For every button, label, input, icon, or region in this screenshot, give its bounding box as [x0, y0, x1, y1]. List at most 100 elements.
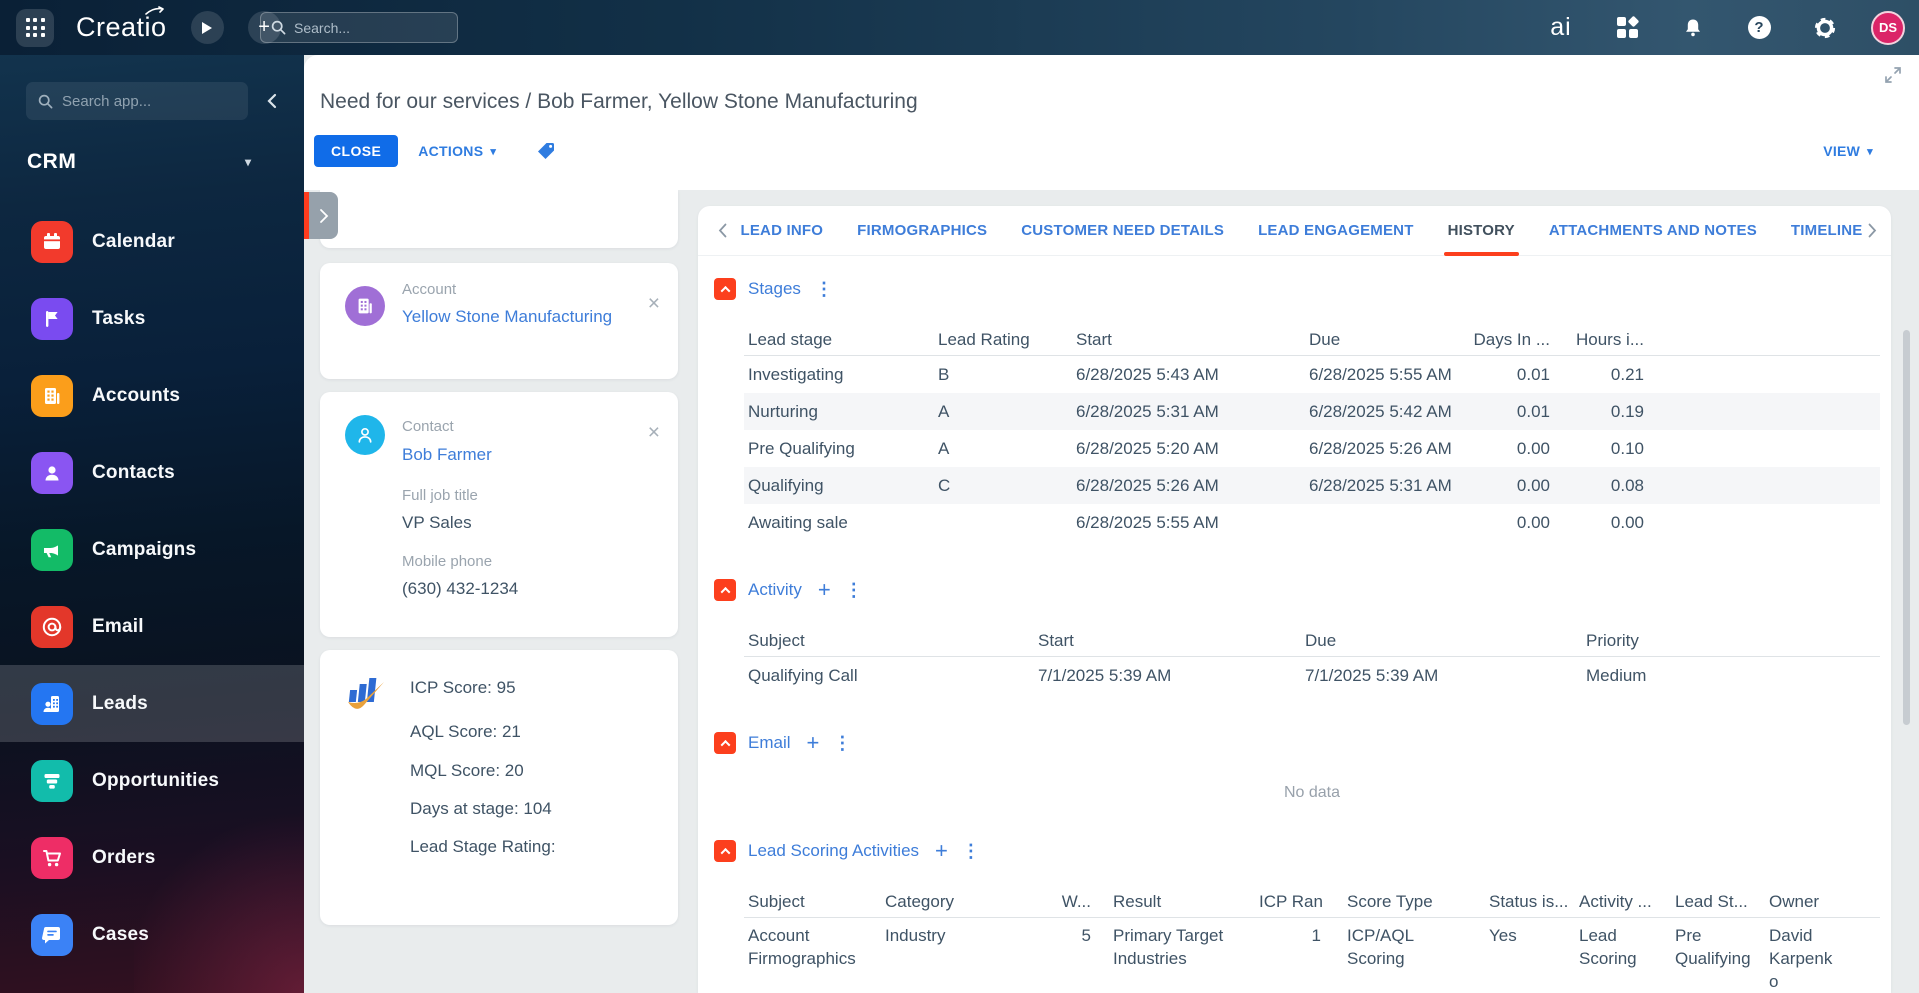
expand-page-button[interactable] [1883, 65, 1905, 87]
view-button[interactable]: VIEW ▾ [1823, 135, 1873, 167]
tab-customer-need-details[interactable]: CUSTOMER NEED DETAILS [1021, 206, 1224, 256]
record-header: Need for our services / Bob Farmer, Yell… [304, 55, 1919, 190]
column-header[interactable]: Activity ... [1575, 892, 1671, 912]
column-header[interactable]: Due [1305, 330, 1465, 350]
record-toolbar: CLOSE ACTIONS ▾ [314, 135, 560, 167]
tags-button[interactable] [532, 137, 560, 165]
stages-section-title[interactable]: Stages [748, 279, 801, 299]
column-header[interactable]: Lead stage [744, 330, 934, 350]
global-search-input[interactable] [294, 19, 444, 36]
table-row[interactable]: Awaiting sale 6/28/2025 5:55 AM 0.00 0.00 [744, 504, 1880, 541]
column-header[interactable]: ICP Ran... [1255, 892, 1323, 912]
sidebar-item-opportunities[interactable]: Opportunities [0, 742, 304, 819]
collapse-section-button[interactable] [714, 732, 736, 754]
tab-timeline[interactable]: TIMELINE [1791, 206, 1863, 256]
help-button[interactable]: ? [1739, 8, 1779, 48]
kebab-menu-icon[interactable]: ⋮ [833, 734, 851, 752]
kebab-menu-icon[interactable]: ⋮ [962, 842, 980, 860]
column-header[interactable]: Subject [744, 892, 881, 912]
owner-link[interactable]: David Karpenko [1765, 922, 1855, 993]
workspace-selector[interactable]: CRM ▾ [27, 150, 277, 174]
column-header[interactable]: Result [1093, 892, 1255, 912]
column-header[interactable]: Due [1301, 631, 1582, 651]
collapse-section-button[interactable] [714, 579, 736, 601]
kebab-menu-icon[interactable]: ⋮ [815, 280, 833, 298]
collapse-section-button[interactable] [714, 840, 736, 862]
sidebar-item-orders[interactable]: Orders [0, 819, 304, 896]
collapse-section-button[interactable] [714, 278, 736, 300]
creatio-app: Creatio + ai ? [0, 0, 1919, 993]
sidebar-collapse-button[interactable] [260, 89, 284, 113]
table-row[interactable]: Nurturing A 6/28/2025 5:31 AM 6/28/2025 5:4… [744, 393, 1880, 430]
column-header[interactable]: Hours i... [1552, 330, 1646, 350]
sidebar-item-accounts[interactable]: Accounts [0, 357, 304, 434]
notifications-button[interactable] [1673, 8, 1713, 48]
settings-button[interactable] [1805, 8, 1845, 48]
table-row[interactable]: Investigating B 6/28/2025 5:43 AM 6/28/2025… [744, 356, 1880, 393]
job-title-value: VP Sales [402, 513, 472, 532]
chevron-down-icon: ▾ [1867, 145, 1873, 158]
sidebar-item-email[interactable]: Email [0, 588, 304, 665]
add-record-button[interactable]: + [935, 840, 948, 862]
kebab-menu-icon[interactable]: ⋮ [845, 581, 863, 599]
chevron-up-icon [720, 586, 730, 597]
tabs-scroll-right-button[interactable] [1863, 206, 1883, 256]
tab-history[interactable]: HISTORY [1443, 206, 1520, 256]
account-label: Account [402, 281, 457, 298]
activity-subject-link[interactable]: Qualifying Call [744, 666, 1034, 686]
app-search [26, 82, 248, 120]
close-icon[interactable]: × [648, 422, 660, 443]
sidebar-item-contacts[interactable]: Contacts [0, 434, 304, 511]
column-header[interactable]: Subject [744, 631, 1034, 651]
sidebar-item-campaigns[interactable]: Campaigns [0, 511, 304, 588]
sidebar-item-cases[interactable]: Cases [0, 896, 304, 973]
tab-attachments-and-notes[interactable]: ATTACHMENTS AND NOTES [1549, 206, 1757, 256]
column-header[interactable]: Priority [1582, 631, 1782, 651]
column-header[interactable]: Category [881, 892, 1044, 912]
add-record-button[interactable]: + [818, 579, 831, 601]
column-header[interactable]: Lead St... [1671, 892, 1765, 912]
account-link[interactable]: Yellow Stone Manufacturing [402, 307, 612, 327]
megaphone-icon [31, 528, 73, 571]
column-header[interactable]: Start [1034, 631, 1301, 651]
column-header[interactable]: Owner [1765, 892, 1855, 912]
table-row[interactable]: Qualifying C 6/28/2025 5:26 AM 6/28/2025 5:… [744, 467, 1880, 504]
sidebar-item-leads[interactable]: Leads [0, 665, 304, 742]
column-header[interactable]: Status is... [1463, 892, 1575, 912]
tab-lead-info[interactable]: LEAD INFO [740, 206, 823, 256]
tabs-scroll-left-button[interactable] [712, 206, 732, 256]
search-icon [38, 94, 53, 108]
close-icon[interactable]: × [648, 293, 660, 314]
scoring-subject-link[interactable]: Account Firmographics [744, 922, 881, 970]
close-button[interactable]: CLOSE [314, 135, 399, 167]
email-section-title[interactable]: Email [748, 733, 791, 753]
table-row[interactable]: Pre Qualifying A 6/28/2025 5:20 AM 6/28/202… [744, 430, 1880, 467]
app-launcher-button[interactable] [16, 8, 54, 47]
actions-button[interactable]: ACTIONS ▾ [418, 143, 496, 159]
column-header[interactable]: Score Type [1323, 892, 1463, 912]
column-header[interactable]: W... [1044, 892, 1093, 912]
table-row[interactable]: Qualifying Call 7/1/2025 5:39 AM 7/1/202… [744, 657, 1880, 694]
app-search-input[interactable] [62, 92, 222, 110]
lead-scoring-section-title[interactable]: Lead Scoring Activities [748, 841, 919, 861]
search-icon [271, 20, 286, 35]
ai-assistant-button[interactable]: ai [1541, 8, 1581, 48]
user-avatar[interactable]: DS [1871, 10, 1905, 45]
run-process-button[interactable] [190, 11, 224, 44]
tab-lead-engagement[interactable]: LEAD ENGAGEMENT [1258, 206, 1414, 256]
sidebar-item-label: Contacts [92, 461, 175, 483]
workplaces-button[interactable] [1607, 8, 1647, 48]
column-header[interactable]: Lead Rating [934, 330, 1072, 350]
info-panel-toggle[interactable] [304, 192, 342, 239]
table-row[interactable]: Account Firmographics Industry 5 Primary… [744, 922, 1880, 993]
column-header[interactable]: Days In ... [1465, 330, 1552, 350]
add-record-button[interactable]: + [807, 732, 820, 754]
tag-icon [538, 143, 555, 159]
column-header[interactable]: Start [1072, 330, 1305, 350]
contact-link[interactable]: Bob Farmer [402, 445, 492, 465]
sidebar-item-calendar[interactable]: Calendar [0, 203, 304, 280]
vertical-scrollbar[interactable] [1903, 330, 1910, 725]
sidebar-item-tasks[interactable]: Tasks [0, 280, 304, 357]
activity-section-title[interactable]: Activity [748, 580, 802, 600]
tab-firmographics[interactable]: FIRMOGRAPHICS [857, 206, 987, 256]
